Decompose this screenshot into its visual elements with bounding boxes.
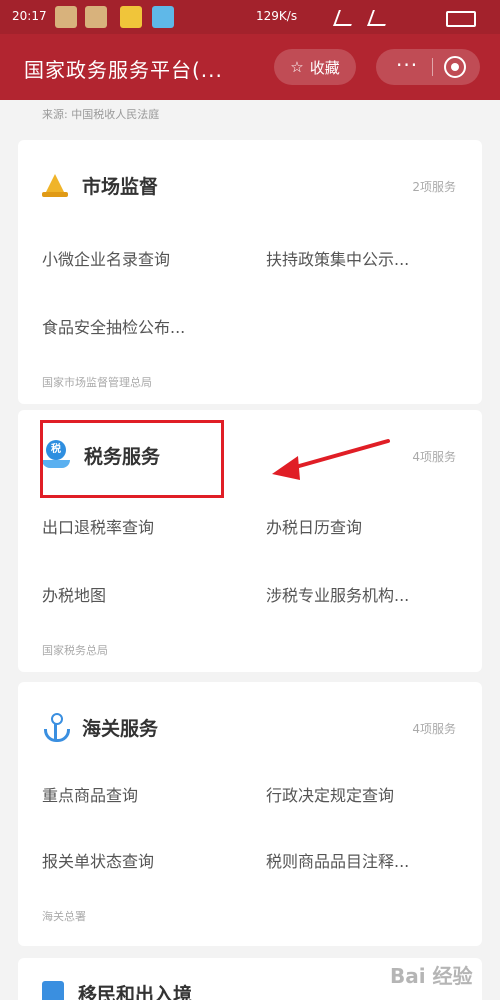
favorite-label: 收藏 [309, 58, 340, 77]
card-source: 国家市场监督管理总局 [42, 376, 152, 389]
page-title: 国家政务服务平台(... [24, 58, 223, 82]
more-button[interactable]: ··· [396, 53, 418, 77]
service-item[interactable]: 行政决定规定查询 [266, 782, 394, 806]
app-icon [152, 6, 174, 28]
card-header[interactable]: 海关服务 [42, 712, 158, 742]
anchor-base [44, 729, 70, 742]
service-item[interactable]: 报关单状态查询 [42, 848, 154, 872]
card-header[interactable]: 移民和出入境 [42, 978, 192, 1000]
title-bar: 国家政务服务平台(... ☆ 收藏 ··· [0, 34, 500, 100]
notification-icon [85, 6, 107, 28]
card-title: 海关服务 [82, 717, 159, 740]
highlight-box [40, 420, 224, 498]
folder-icon [120, 6, 142, 28]
watermark: Bai 经验 [390, 964, 473, 988]
service-item[interactable]: 办税日历查询 [266, 514, 362, 538]
service-card-market: 市场监督 2项服务 小微企业名录查询 扶持政策集中公示... 食品安全抽检公布.… [18, 140, 482, 404]
service-item[interactable]: 办税地图 [42, 582, 106, 606]
service-item[interactable]: 出口退税率查询 [42, 514, 154, 538]
service-item[interactable]: 重点商品查询 [42, 782, 138, 806]
network-speed: 129K/s [256, 9, 298, 23]
mini-program-capsule: ··· [376, 49, 480, 85]
star-icon: ☆ [290, 58, 304, 76]
card-source: 国家税务总局 [42, 644, 108, 657]
anchor-ring [51, 713, 63, 725]
signal-icon [333, 10, 357, 26]
service-card-customs: 海关服务 4项服务 重点商品查询 行政决定规定查询 报关单状态查询 税则商品品目… [18, 682, 482, 946]
clock: 20:17 [12, 9, 47, 23]
service-item[interactable]: 扶持政策集中公示... [266, 246, 409, 270]
card-source: 海关总署 [42, 910, 86, 923]
battery-icon [446, 11, 476, 27]
card-header[interactable]: 市场监督 [42, 170, 158, 200]
document-icon [42, 981, 64, 1000]
screen: 20:17 129K/s 国家政务服务平台(... ☆ 收藏 ··· 来源: 中… [0, 0, 500, 1000]
cone-icon [42, 172, 68, 198]
favorite-button[interactable]: ☆ 收藏 [274, 49, 356, 85]
anchor-icon [42, 713, 70, 742]
capsule-divider [432, 58, 433, 76]
service-item[interactable]: 税则商品品目注释... [266, 848, 409, 872]
card-title: 市场监督 [82, 175, 159, 198]
previous-card-source: 来源: 中国税收人民法庭 [42, 108, 160, 121]
notification-icon [55, 6, 77, 28]
service-item[interactable]: 食品安全抽检公布... [42, 314, 185, 338]
service-item[interactable]: 涉税专业服务机构... [266, 582, 409, 606]
close-target-icon[interactable] [444, 56, 466, 78]
service-count[interactable]: 4项服务 [412, 448, 456, 465]
service-count[interactable]: 4项服务 [412, 720, 456, 737]
card-title: 移民和出入境 [78, 983, 193, 1000]
service-item[interactable]: 小微企业名录查询 [42, 246, 170, 270]
status-bar: 20:17 129K/s [0, 0, 500, 34]
signal-icon [367, 10, 391, 26]
service-count[interactable]: 2项服务 [412, 178, 456, 195]
